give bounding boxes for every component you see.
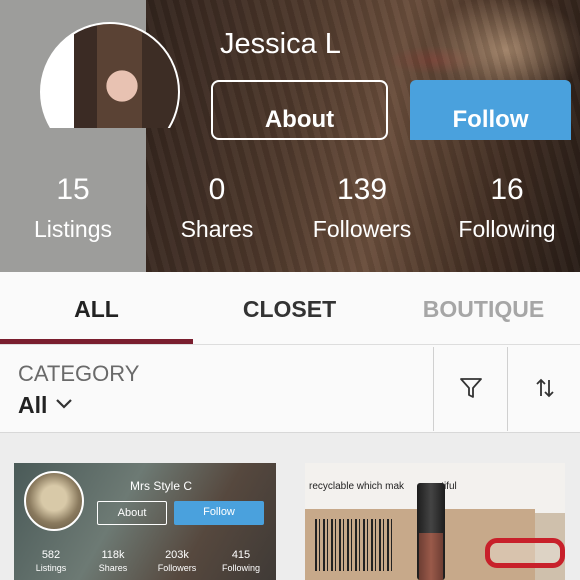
stat-label: Followers — [157, 563, 197, 573]
follow-button[interactable]: Follow — [410, 80, 571, 140]
stat-value: 15 — [56, 173, 90, 206]
shop-stat: 118k Shares — [83, 549, 143, 574]
profile-name: Jessica L — [220, 28, 341, 60]
stat-value: 415 — [231, 549, 251, 561]
stat-shares[interactable]: 0 Shares — [147, 172, 287, 244]
divider — [433, 347, 434, 431]
stat-value: 0 — [208, 173, 226, 206]
tab-closet[interactable]: CLOSET — [193, 272, 386, 345]
stat-followers[interactable]: 139 Followers — [292, 172, 432, 244]
sort-icon[interactable] — [533, 376, 557, 400]
barcode-graphic — [315, 519, 395, 571]
shop-follow-button[interactable]: Follow — [174, 501, 264, 525]
category-dropdown[interactable]: All — [18, 392, 47, 419]
shop-about-button[interactable]: About — [97, 501, 167, 525]
listing-grid: Mrs Style C About Follow 582 Listings 11… — [0, 433, 580, 580]
about-button[interactable]: About — [211, 80, 388, 140]
stat-value: 16 — [490, 173, 524, 206]
product-tube-label — [419, 533, 443, 580]
stat-label: Listings — [35, 563, 67, 573]
listing-card[interactable]: recyclable which makautiful — [305, 463, 565, 580]
tab-all[interactable]: ALL — [0, 272, 193, 345]
stat-value: 139 — [336, 173, 388, 206]
stat-label: Shares — [180, 216, 254, 242]
filter-bar: CATEGORY All — [0, 345, 580, 433]
active-tab-indicator — [0, 339, 193, 344]
stat-label: Listings — [34, 216, 112, 242]
stat-listings[interactable]: 15 Listings — [3, 172, 143, 244]
shop-stat: 582 Listings — [21, 549, 81, 574]
filter-icon[interactable] — [458, 375, 484, 401]
chevron-down-icon[interactable] — [55, 397, 73, 411]
sunglasses-graphic — [485, 538, 565, 568]
caption-text: recyclable which mak — [309, 481, 405, 492]
stat-label: Followers — [312, 216, 412, 242]
tab-boutique[interactable]: BOUTIQUE — [387, 272, 580, 345]
divider — [507, 347, 508, 431]
listing-card[interactable]: Mrs Style C About Follow 582 Listings 11… — [14, 463, 276, 580]
shop-name: Mrs Style C — [130, 479, 193, 493]
shop-avatar — [24, 471, 84, 531]
stat-label: Following — [221, 563, 261, 573]
stat-label: Following — [458, 216, 556, 242]
category-label: CATEGORY — [18, 361, 140, 386]
tab-bar: ALL CLOSET BOUTIQUE — [0, 272, 580, 345]
shop-stat: 203k Followers — [147, 549, 207, 574]
stat-label: Shares — [98, 563, 128, 573]
stat-value: 582 — [41, 549, 61, 561]
stat-value: 118k — [101, 549, 125, 561]
shop-stat: 415 Following — [211, 549, 271, 574]
profile-header: Jessica L About Follow 15 Listings 0 Sha… — [0, 0, 580, 272]
stat-value: 203k — [165, 549, 189, 561]
stat-following[interactable]: 16 Following — [437, 172, 577, 244]
